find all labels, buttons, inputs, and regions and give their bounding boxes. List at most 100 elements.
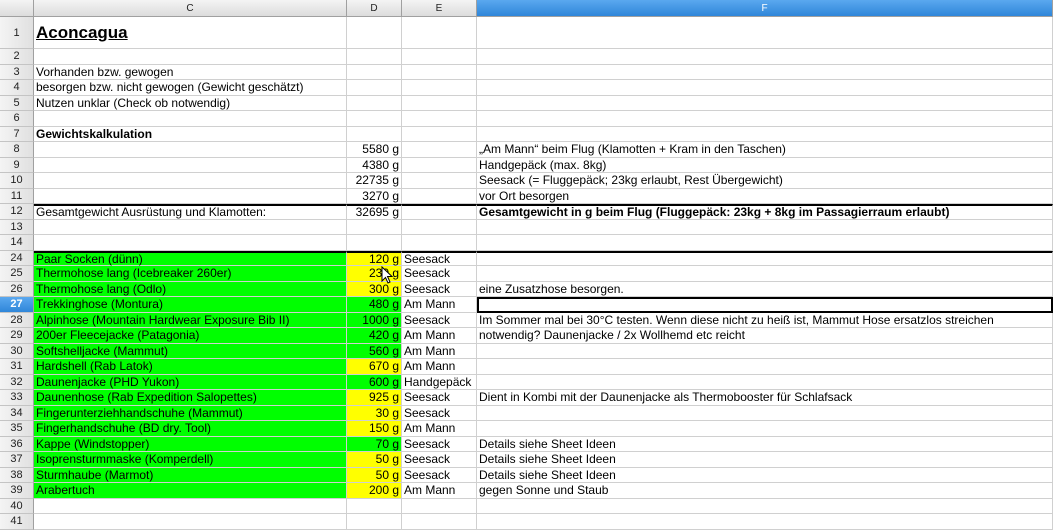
cell-c25[interactable]: Thermohose lang (Icebreaker 260er)	[34, 266, 347, 282]
cell-d38[interactable]: 50 g	[347, 467, 402, 483]
cell-c4[interactable]: besorgen bzw. nicht gewogen (Gewicht ges…	[34, 80, 347, 96]
row-header-25[interactable]: 25	[0, 266, 34, 282]
cell-d41[interactable]	[347, 514, 402, 530]
cell-e7[interactable]	[402, 126, 477, 142]
cell-c13[interactable]	[34, 219, 347, 235]
cell-d34[interactable]: 30 g	[347, 405, 402, 421]
row-header-1[interactable]: 1	[0, 17, 34, 49]
cell-e9[interactable]	[402, 157, 477, 173]
cell-e3[interactable]	[402, 64, 477, 80]
cell-c14[interactable]	[34, 235, 347, 251]
cell-c32[interactable]: Daunenjacke (PHD Yukon)	[34, 374, 347, 390]
cell-e2[interactable]	[402, 49, 477, 65]
cell-f12[interactable]: Gesamtgewicht in g beim Flug (Fluggepäck…	[477, 204, 1053, 220]
cell-c29[interactable]: 200er Fleecejacke (Patagonia)	[34, 328, 347, 344]
cell-d6[interactable]	[347, 111, 402, 127]
row-header-3[interactable]: 3	[0, 64, 34, 80]
cell-e28[interactable]: Seesack	[402, 312, 477, 328]
cell-f28[interactable]: Im Sommer mal bei 30°C testen. Wenn dies…	[477, 312, 1053, 328]
cell-f29[interactable]: notwendig? Daunenjacke / 2x Wollhemd etc…	[477, 328, 1053, 344]
cell-d9[interactable]: 4380 g	[347, 157, 402, 173]
cell-d12[interactable]: 32695 g	[347, 204, 402, 220]
row-header-33[interactable]: 33	[0, 390, 34, 406]
cell-d4[interactable]	[347, 80, 402, 96]
row-header-40[interactable]: 40	[0, 498, 34, 514]
cell-c34[interactable]: Fingerunterziehhandschuhe (Mammut)	[34, 405, 347, 421]
cell-d3[interactable]	[347, 64, 402, 80]
cell-e1[interactable]	[402, 17, 477, 49]
cell-e36[interactable]: Seesack	[402, 436, 477, 452]
cell-c40[interactable]	[34, 498, 347, 514]
cell-c30[interactable]: Softshelljacke (Mammut)	[34, 343, 347, 359]
cell-e37[interactable]: Seesack	[402, 452, 477, 468]
cell-f35[interactable]	[477, 421, 1053, 437]
cell-d40[interactable]	[347, 498, 402, 514]
row-header-9[interactable]: 9	[0, 157, 34, 173]
cell-e4[interactable]	[402, 80, 477, 96]
cell-e13[interactable]	[402, 219, 477, 235]
row-header-11[interactable]: 11	[0, 188, 34, 204]
row-header-8[interactable]: 8	[0, 142, 34, 158]
cell-c27[interactable]: Trekkinghose (Montura)	[34, 297, 347, 313]
row-header-34[interactable]: 34	[0, 405, 34, 421]
row-header-29[interactable]: 29	[0, 328, 34, 344]
row-header-4[interactable]: 4	[0, 80, 34, 96]
row-header-37[interactable]: 37	[0, 452, 34, 468]
cell-e12[interactable]	[402, 204, 477, 220]
cell-e34[interactable]: Seesack	[402, 405, 477, 421]
cell-e25[interactable]: Seesack	[402, 266, 477, 282]
cell-f26[interactable]: eine Zusatzhose besorgen.	[477, 281, 1053, 297]
cell-f34[interactable]	[477, 405, 1053, 421]
cell-f4[interactable]	[477, 80, 1053, 96]
cell-d39[interactable]: 200 g	[347, 483, 402, 499]
cell-f10[interactable]: Seesack (= Fluggepäck; 23kg erlaubt, Res…	[477, 173, 1053, 189]
cell-c8[interactable]	[34, 142, 347, 158]
select-all-corner[interactable]	[0, 0, 34, 17]
cell-c38[interactable]: Sturmhaube (Marmot)	[34, 467, 347, 483]
cell-e8[interactable]	[402, 142, 477, 158]
row-header-27[interactable]: 27	[0, 297, 34, 313]
cell-c41[interactable]	[34, 514, 347, 530]
cell-e32[interactable]: Handgepäck	[402, 374, 477, 390]
row-header-36[interactable]: 36	[0, 436, 34, 452]
cell-e38[interactable]: Seesack	[402, 467, 477, 483]
cell-e41[interactable]	[402, 514, 477, 530]
cell-e39[interactable]: Am Mann	[402, 483, 477, 499]
cell-f14[interactable]	[477, 235, 1053, 251]
row-header-12[interactable]: 12	[0, 204, 34, 220]
cell-d8[interactable]: 5580 g	[347, 142, 402, 158]
cell-e33[interactable]: Seesack	[402, 390, 477, 406]
cell-e5[interactable]	[402, 95, 477, 111]
cell-d27[interactable]: 480 g	[347, 297, 402, 313]
cell-f33[interactable]: Dient in Kombi mit der Daunenjacke als T…	[477, 390, 1053, 406]
cell-c1[interactable]: Aconcagua	[34, 17, 347, 49]
row-header-6[interactable]: 6	[0, 111, 34, 127]
cell-c39[interactable]: Arabertuch	[34, 483, 347, 499]
row-header-39[interactable]: 39	[0, 483, 34, 499]
cell-f32[interactable]	[477, 374, 1053, 390]
cell-f7[interactable]	[477, 126, 1053, 142]
row-header-14[interactable]: 14	[0, 235, 34, 251]
cell-c6[interactable]	[34, 111, 347, 127]
cell-c11[interactable]	[34, 188, 347, 204]
cell-f2[interactable]	[477, 49, 1053, 65]
column-header-e[interactable]: E	[402, 0, 477, 17]
cell-e10[interactable]	[402, 173, 477, 189]
cell-f37[interactable]: Details siehe Sheet Ideen	[477, 452, 1053, 468]
cell-c12[interactable]: Gesamtgewicht Ausrüstung und Klamotten:	[34, 204, 347, 220]
cell-f36[interactable]: Details siehe Sheet Ideen	[477, 436, 1053, 452]
cell-d35[interactable]: 150 g	[347, 421, 402, 437]
cell-e29[interactable]: Am Mann	[402, 328, 477, 344]
cell-f11[interactable]: vor Ort besorgen	[477, 188, 1053, 204]
cell-c36[interactable]: Kappe (Windstopper)	[34, 436, 347, 452]
column-header-d[interactable]: D	[347, 0, 402, 17]
cell-c9[interactable]	[34, 157, 347, 173]
cell-c7[interactable]: Gewichtskalkulation	[34, 126, 347, 142]
cell-c31[interactable]: Hardshell (Rab Latok)	[34, 359, 347, 375]
cell-c35[interactable]: Fingerhandschuhe (BD dry. Tool)	[34, 421, 347, 437]
cell-f38[interactable]: Details siehe Sheet Ideen	[477, 467, 1053, 483]
row-header-28[interactable]: 28	[0, 312, 34, 328]
cell-e24[interactable]: Seesack	[402, 250, 477, 266]
cell-c10[interactable]	[34, 173, 347, 189]
cell-d10[interactable]: 22735 g	[347, 173, 402, 189]
